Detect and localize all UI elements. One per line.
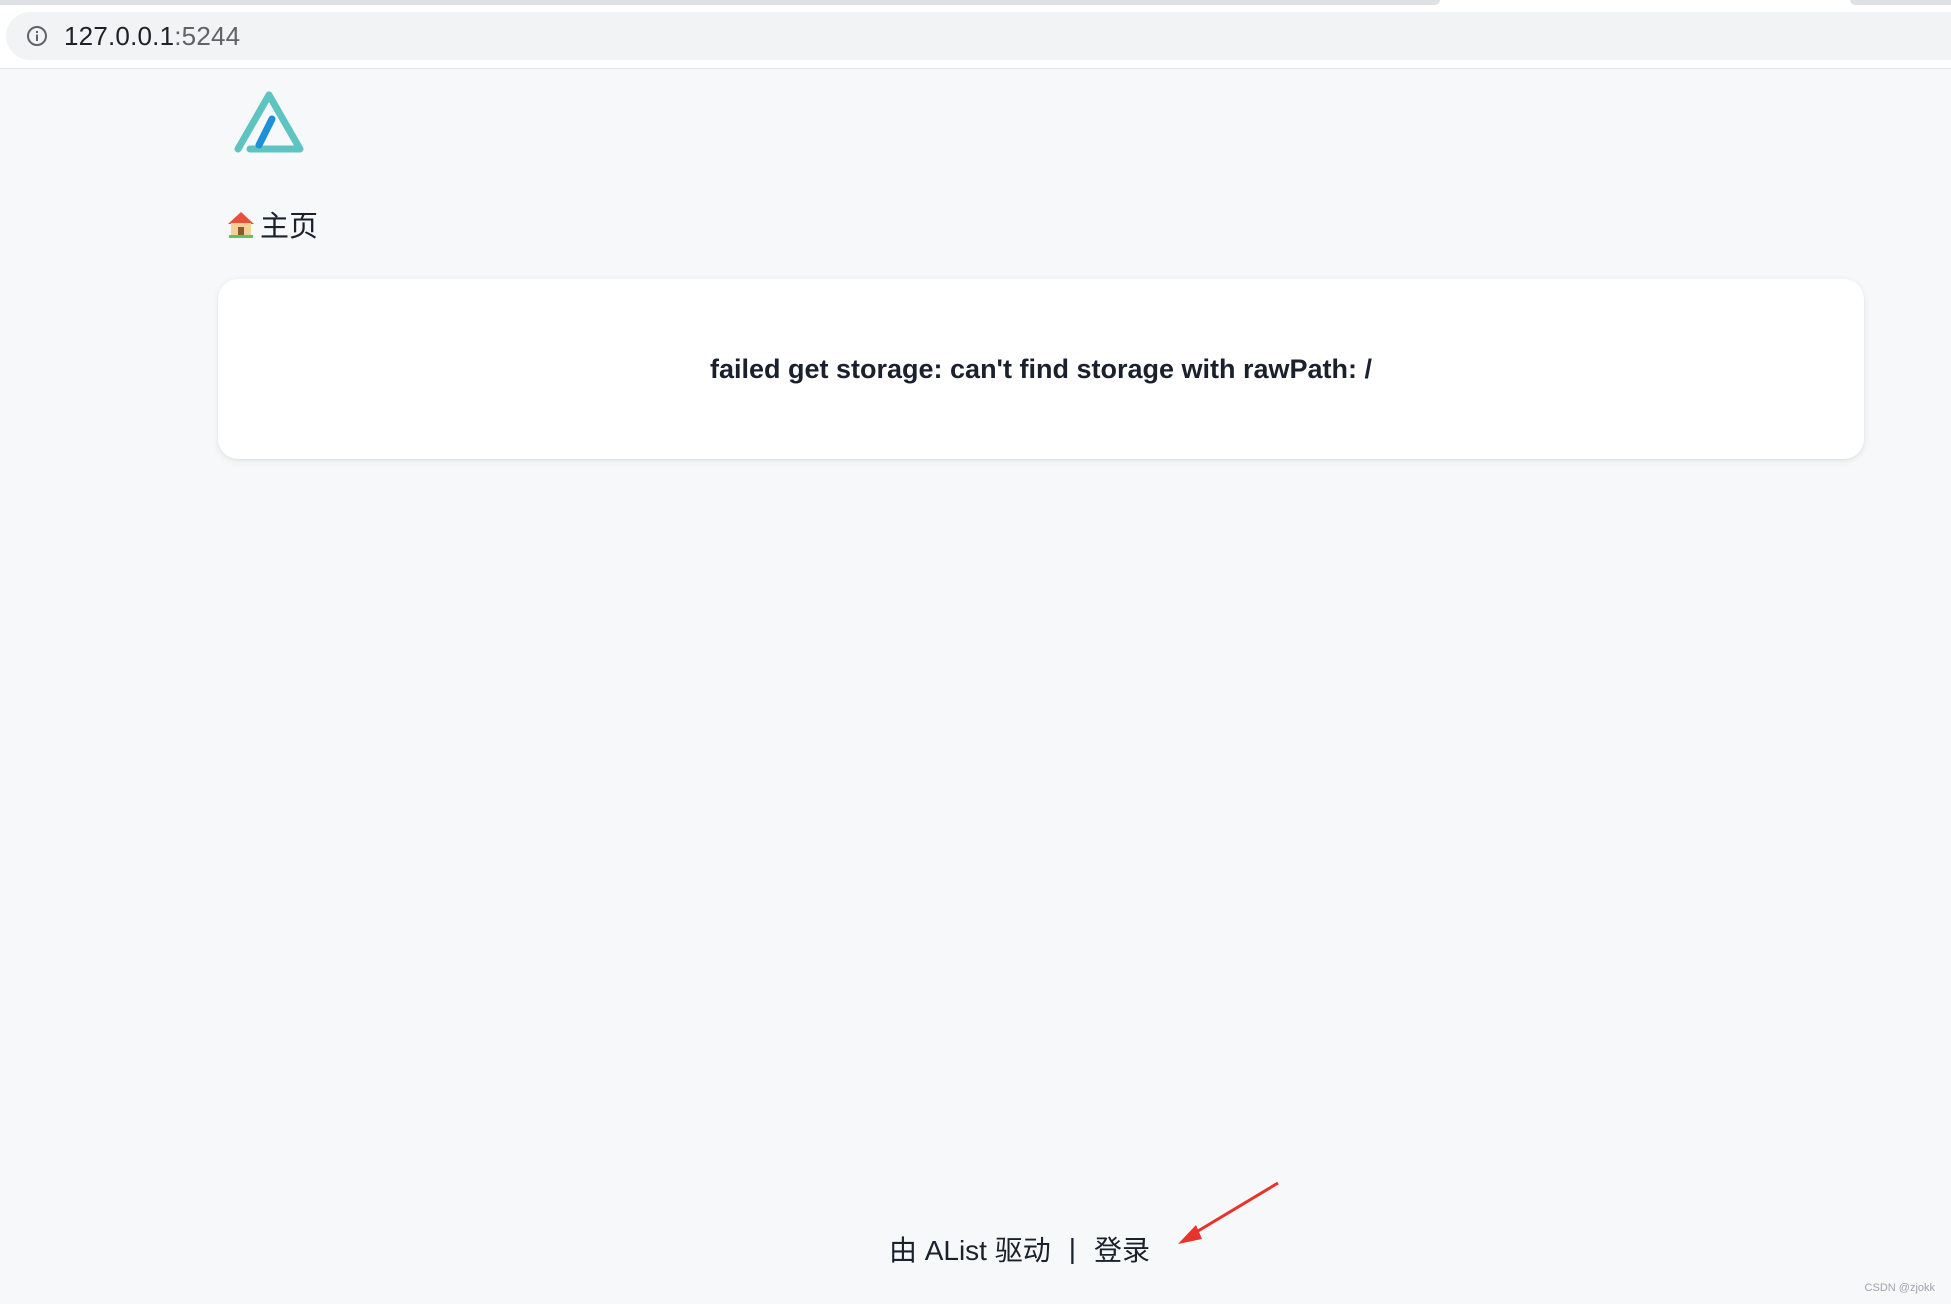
login-link[interactable]: 登录	[1094, 1229, 1150, 1269]
tab-strip	[0, 0, 1440, 5]
tab-strip-right	[1850, 0, 1951, 5]
url-host: 127.0.0.1	[64, 20, 175, 51]
error-message: failed get storage: can't find storage w…	[709, 353, 1372, 384]
url-port: :5244	[174, 20, 241, 51]
powered-by-text: 由 AList 驱动	[888, 1235, 1051, 1266]
url-text[interactable]: 127.0.0.1:5244	[64, 21, 240, 52]
address-bar[interactable]: 127.0.0.1:5244	[6, 12, 1951, 60]
watermark: CSDN @zjokk	[1864, 1282, 1935, 1294]
footer-separator: |	[1068, 1233, 1077, 1264]
home-icon	[226, 209, 256, 239]
footer: 由 AList 驱动 | 登录	[0, 1229, 1951, 1269]
breadcrumb-label: 主页	[260, 211, 319, 243]
info-icon[interactable]	[26, 25, 48, 47]
page-content: 主页 failed get storage: can't find storag…	[0, 69, 1951, 1304]
error-card: failed get storage: can't find storage w…	[218, 279, 1864, 459]
browser-toolbar: 127.0.0.1:5244	[0, 0, 1951, 69]
breadcrumb-home[interactable]: 主页	[226, 203, 318, 245]
alist-logo[interactable]	[232, 89, 306, 155]
